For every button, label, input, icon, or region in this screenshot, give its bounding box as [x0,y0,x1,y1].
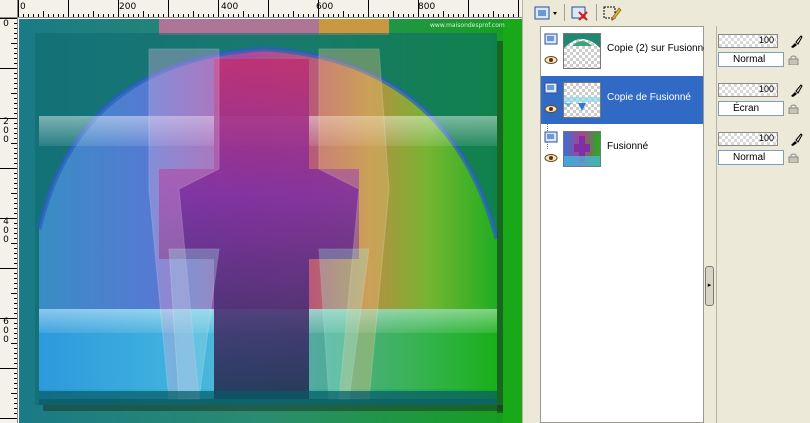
ruler-corner [0,0,18,18]
new-raster-layer-icon [534,6,557,19]
lock-icon[interactable] [788,104,800,114]
lock-icon[interactable] [788,55,800,65]
layer-row-copie-2-sur-fusionne[interactable]: Copie (2) sur Fusionné [541,27,709,75]
layer-thumbnail [563,82,601,118]
selection-brush-button[interactable] [600,2,624,23]
ruler-label-0: 0 [20,2,26,12]
opacity-value: 100 [758,84,774,94]
eye-icon[interactable] [544,55,558,65]
layer-name: Fusionné [607,141,649,152]
ruler-label-400: 400 [221,2,239,12]
blend-mode-select[interactable]: Normal [718,52,784,67]
ruler-label-200: 200 [119,2,137,12]
layer-props-copie-de-fusionne: 100 Écran [718,77,810,117]
layers-palette: Copie (2) sur Fusionné Copie de Fusionné… [528,0,810,423]
palette-gutter [704,26,716,423]
brush-icon[interactable] [789,83,803,97]
opacity-slider[interactable]: 100 [718,34,778,48]
props-divider [716,26,717,423]
raster-layer-icon [544,33,558,45]
delete-layer-icon [571,6,588,21]
collapse-panel-handle[interactable]: ▸ [705,266,714,306]
eye-icon[interactable] [544,104,558,114]
opacity-value: 100 [758,133,774,143]
ruler-horizontal: 0 200 400 600 800 [18,0,522,18]
lock-icon[interactable] [788,153,800,163]
brush-icon[interactable] [789,132,803,146]
eye-icon[interactable] [544,153,558,163]
image-canvas[interactable]: 0 200 400 600 800 0 2 0 0 4 0 0 6 0 0 ww… [0,0,522,423]
ruler-label-v-400: 4 0 0 [3,217,9,245]
layer-list: Copie (2) sur Fusionné Copie de Fusionné… [540,26,709,423]
layer-row-fusionne[interactable]: Fusionné [541,125,703,173]
brush-icon[interactable] [789,34,803,48]
layer-thumbnail [563,33,601,69]
layer-row-copie-de-fusionne[interactable]: Copie de Fusionné [541,76,703,124]
raster-layer-icon [544,82,558,94]
layer-props-copie-2: 100 Normal [718,28,810,68]
opacity-slider[interactable]: 100 [718,83,778,97]
layer-thumbnail [563,131,601,167]
raster-layer-icon [544,131,558,143]
ruler-label-800: 800 [418,2,436,12]
delete-layer-button[interactable] [568,2,592,23]
ruler-label-600: 600 [316,2,334,12]
artwork-image[interactable] [19,19,522,423]
opacity-slider[interactable]: 100 [718,132,778,146]
opacity-value: 100 [758,35,774,45]
artwork-watermark: www.maisondesprof.com [430,22,505,29]
toolbar-separator [564,4,565,21]
ruler-label-v-0: 0 [3,19,9,29]
layer-name: Copie de Fusionné [607,92,691,103]
selection-brush-icon [603,6,622,21]
layer-name: Copie (2) sur Fusionné [607,43,709,54]
toolbar-separator-2 [596,4,597,21]
ruler-vertical: 0 2 0 0 4 0 0 6 0 0 [0,18,18,423]
layers-toolbar [528,0,810,26]
ruler-label-v-200: 2 0 0 [3,117,9,145]
blend-mode-select[interactable]: Écran [718,101,784,116]
layer-props-fusionne: 100 Normal [718,126,810,166]
blend-mode-select[interactable]: Normal [718,150,784,165]
new-layer-button[interactable] [532,2,560,23]
ruler-horizontal-ticks [18,0,519,17]
ruler-label-v-600: 6 0 0 [3,317,9,345]
